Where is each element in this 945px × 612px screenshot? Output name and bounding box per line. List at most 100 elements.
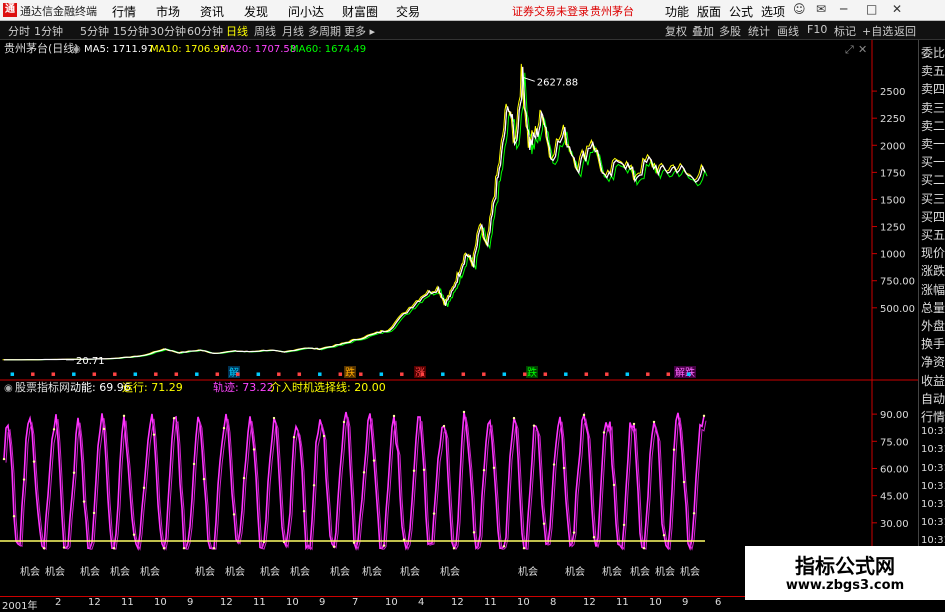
- tool-fuquan[interactable]: 复权: [665, 23, 687, 39]
- quote-panel-item[interactable]: 现价: [921, 244, 945, 261]
- small-event-marker: ▪: [605, 370, 610, 378]
- menu-xuanxiang[interactable]: 选项: [761, 3, 785, 20]
- panel-expand-icon[interactable]: ⤢: [845, 43, 854, 56]
- yunxing-dot: [152, 433, 156, 436]
- quote-panel-item[interactable]: 10:31: [921, 426, 945, 437]
- maximize-icon[interactable]: □: [866, 2, 877, 16]
- quote-panel-item[interactable]: 10:31: [921, 481, 945, 492]
- yunxing-dot: [102, 427, 106, 431]
- menu-hangqing[interactable]: 行情: [112, 3, 136, 20]
- yunxing-dot: [82, 500, 86, 503]
- minimize-icon[interactable]: ─: [840, 2, 847, 16]
- menu-caifuquan[interactable]: 财富圈: [342, 3, 378, 20]
- quote-panel-item[interactable]: 买二: [921, 171, 945, 188]
- close-icon[interactable]: ✕: [892, 2, 902, 16]
- period-multi[interactable]: 多周期: [308, 23, 341, 39]
- quote-panel-item[interactable]: 卖五: [921, 62, 945, 79]
- panel-close-icon[interactable]: ✕: [858, 43, 867, 56]
- yunxing-dot: [292, 436, 296, 439]
- small-event-marker: ▪: [564, 370, 569, 378]
- tool-fanhui[interactable]: 返回: [894, 23, 916, 39]
- current-stock-menu[interactable]: 贵州茅台: [590, 3, 634, 19]
- event-marker[interactable]: 跌: [527, 366, 537, 379]
- chart-svg[interactable]: 贵州茅台(日线) ◉ MA5: 1711.97 MA10: 1706.95 MA…: [0, 40, 918, 596]
- tool-diejia[interactable]: 叠加: [692, 23, 714, 39]
- indicator-toggle-icon[interactable]: ◉: [4, 383, 13, 394]
- tool-tongji[interactable]: 统计: [748, 23, 770, 39]
- small-event-marker: ▪: [10, 370, 15, 378]
- quote-panel-item[interactable]: 自动: [921, 390, 945, 407]
- period-1min[interactable]: 1分钟: [34, 23, 63, 39]
- period-5min[interactable]: 5分钟: [80, 23, 109, 39]
- yunxing-dot: [352, 541, 356, 544]
- quote-panel-item[interactable]: 买一: [921, 153, 945, 170]
- mail-icon[interactable]: ✉: [816, 2, 826, 16]
- menu-jiaoyi[interactable]: 交易: [396, 3, 420, 20]
- quote-panel-item[interactable]: 买三: [921, 190, 945, 207]
- tool-duogu[interactable]: 多股: [719, 23, 741, 39]
- quote-panel-item[interactable]: 涨幅: [921, 281, 945, 298]
- period-15min[interactable]: 15分钟: [113, 23, 149, 39]
- quote-panel-item[interactable]: 卖三: [921, 99, 945, 116]
- period-30min[interactable]: 30分钟: [150, 23, 186, 39]
- indicator-axis: 30.00 45.00 60.00 75.00 90.00: [872, 410, 909, 530]
- quote-panel-item[interactable]: 卖二: [921, 117, 945, 134]
- date-tick-label: 12: [88, 597, 101, 608]
- menu-zixun[interactable]: 资讯: [200, 3, 224, 20]
- yunxing-dot: [482, 468, 486, 472]
- event-marker[interactable]: 解跌: [675, 366, 695, 379]
- menu-gongneng[interactable]: 功能: [665, 3, 689, 20]
- tool-biaoji[interactable]: 标记: [834, 23, 856, 39]
- ma20-line: [4, 66, 706, 361]
- period-fenshi[interactable]: 分时: [8, 23, 30, 39]
- login-warning[interactable]: 证券交易未登录: [512, 3, 589, 19]
- period-more[interactable]: 更多 ▸: [344, 23, 375, 39]
- period-60min[interactable]: 60分钟: [187, 23, 223, 39]
- quote-panel-item[interactable]: 涨跌: [921, 262, 945, 279]
- quote-panel-item[interactable]: 10:31: [921, 535, 945, 546]
- yunxing-dot: [92, 511, 96, 515]
- tool-huaxian[interactable]: 画线: [777, 23, 799, 39]
- user-icon[interactable]: ☺: [793, 2, 806, 16]
- ma60-label: MA60: 1674.49: [290, 44, 366, 55]
- quote-panel-item[interactable]: 行情: [921, 408, 945, 425]
- small-event-marker: ▪: [666, 370, 671, 378]
- price-tick-label: 1000: [880, 250, 905, 261]
- quote-panel-item[interactable]: 换手: [921, 335, 945, 352]
- quote-panel-item[interactable]: 10:31: [921, 463, 945, 474]
- yunxing-dot: [662, 533, 666, 537]
- quote-panel-item[interactable]: 卖四: [921, 80, 945, 97]
- quote-panel-item[interactable]: 买五: [921, 226, 945, 243]
- small-event-marker: ▪: [236, 370, 241, 378]
- yunxing-dot: [112, 546, 116, 550]
- quote-panel-item[interactable]: 外盘: [921, 317, 945, 334]
- yunxing-dot: [682, 480, 686, 484]
- yunxing-dot: [332, 545, 336, 548]
- menu-faxian[interactable]: 发现: [244, 3, 268, 20]
- tool-f10[interactable]: F10: [807, 23, 827, 36]
- yunxing-dot: [22, 478, 26, 481]
- small-event-marker: ▪: [523, 370, 528, 378]
- menu-wenxiaoda[interactable]: 问小达: [288, 3, 324, 20]
- quote-panel-item[interactable]: 净资: [921, 353, 945, 370]
- menu-shichang[interactable]: 市场: [156, 3, 180, 20]
- tool-zixuan[interactable]: +自选: [862, 23, 893, 39]
- menu-banmian[interactable]: 版面: [697, 3, 721, 20]
- quote-panel-item[interactable]: 总量: [921, 299, 945, 316]
- chart-area[interactable]: 贵州茅台(日线) ◉ MA5: 1711.97 MA10: 1706.95 MA…: [0, 40, 918, 596]
- yunxing-dot: [552, 463, 556, 466]
- quote-panel-item[interactable]: 卖一: [921, 135, 945, 152]
- small-event-marker: ▪: [195, 370, 200, 378]
- quote-panel-item[interactable]: 买四: [921, 208, 945, 225]
- event-marker[interactable]: 跌: [345, 366, 355, 379]
- ma-toggle-icon[interactable]: ◉: [72, 44, 81, 55]
- quote-panel-item[interactable]: 10:31: [921, 499, 945, 510]
- quote-panel-item[interactable]: 委比: [921, 44, 945, 61]
- period-monthly[interactable]: 月线: [282, 23, 304, 39]
- period-daily[interactable]: 日线: [226, 23, 248, 39]
- quote-panel-item[interactable]: 收益: [921, 372, 945, 389]
- quote-panel-item[interactable]: 10:31: [921, 517, 945, 528]
- period-weekly[interactable]: 周线: [254, 23, 276, 39]
- quote-panel-item[interactable]: 10:31: [921, 444, 945, 455]
- menu-gongshi[interactable]: 公式: [729, 3, 753, 20]
